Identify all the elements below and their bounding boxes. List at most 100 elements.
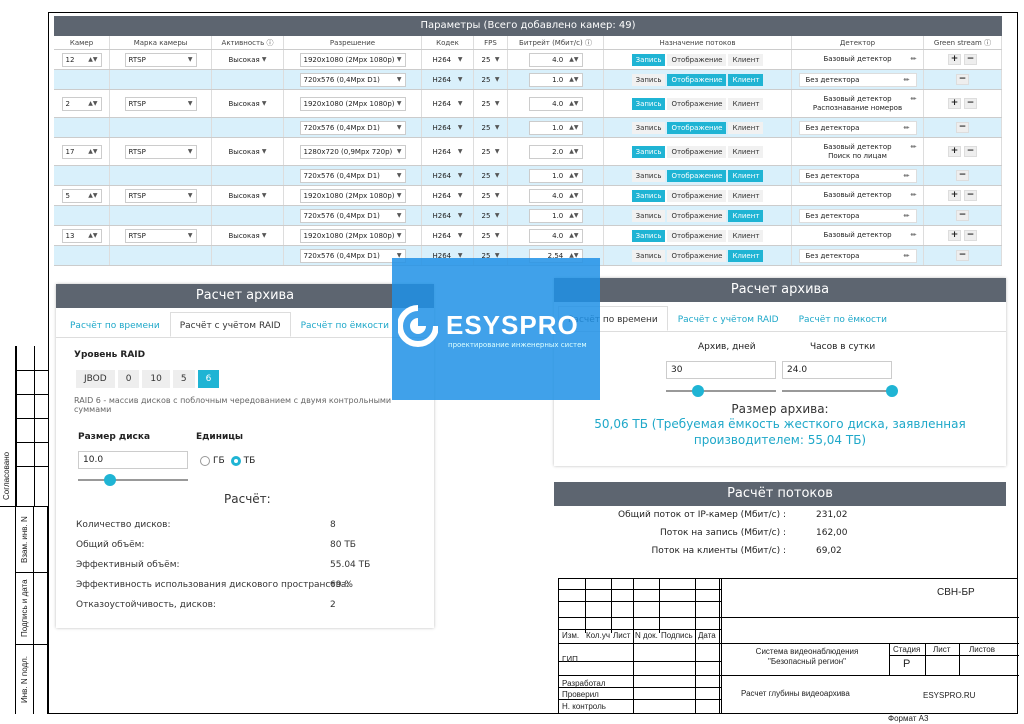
pencil-icon[interactable]: ✏ xyxy=(904,252,910,260)
pencil-icon[interactable]: ✏ xyxy=(911,191,917,200)
minus-icon[interactable]: − xyxy=(964,146,977,157)
fps-select[interactable]: 25 ▼ xyxy=(479,229,503,243)
stepper-icon[interactable]: ▲▼ xyxy=(569,148,578,155)
detector-box[interactable]: Без детектора ✏ xyxy=(798,248,917,263)
minus-icon[interactable]: − xyxy=(956,122,969,133)
stepper-icon[interactable]: ▲▼ xyxy=(569,124,578,131)
bitrate-input[interactable]: 4.0 ▲▼ xyxy=(528,52,583,67)
pencil-icon[interactable]: ✏ xyxy=(904,124,910,132)
toggle-record[interactable]: Запись xyxy=(631,121,666,134)
camera-count-input[interactable]: 2 ▲▼ xyxy=(61,96,102,111)
radio-gb[interactable] xyxy=(200,456,210,466)
archive-days-input[interactable]: 30 xyxy=(666,361,776,379)
plus-icon[interactable]: + xyxy=(948,190,961,201)
stepper-icon[interactable]: ▲▼ xyxy=(88,100,97,107)
toggle-client[interactable]: Клиент xyxy=(728,189,764,202)
toggle-record[interactable]: Запись xyxy=(631,229,666,242)
raid-option-jbod[interactable]: JBOD xyxy=(76,370,115,388)
raid-option-10[interactable]: 10 xyxy=(142,370,170,388)
toggle-display[interactable]: Отображение xyxy=(667,209,727,222)
resolution-select[interactable]: 1280x720 (0,9Mpx 720p) ▼ xyxy=(299,144,406,159)
stepper-icon[interactable]: ▲▼ xyxy=(569,232,578,239)
info-circle-icon[interactable]: ⓘ xyxy=(984,39,991,47)
hours-per-day-input[interactable]: 24.0 xyxy=(782,361,892,379)
camera-count-input[interactable]: 12 ▲▼ xyxy=(61,52,102,67)
toggle-record[interactable]: Запись xyxy=(631,189,666,202)
brand-select[interactable]: RTSP ▼ xyxy=(124,96,197,111)
stepper-icon[interactable]: ▲▼ xyxy=(569,56,578,63)
stepper-icon[interactable]: ▲▼ xyxy=(569,100,578,107)
toggle-display[interactable]: Отображение xyxy=(667,53,727,66)
toggle-display[interactable]: Отображение xyxy=(667,73,727,86)
codec-select[interactable]: H264 ▼ xyxy=(430,73,466,87)
toggle-display[interactable]: Отображение xyxy=(667,249,727,262)
toggle-client[interactable]: Клиент xyxy=(728,97,764,110)
radio-tb[interactable] xyxy=(230,456,241,466)
detector-box[interactable]: Базовый детектор ✏ xyxy=(799,191,917,200)
detector-box[interactable]: Без детектора ✏ xyxy=(798,208,917,223)
tab-by-capacity[interactable]: Расчёт по ёмкости xyxy=(291,312,399,337)
pencil-icon[interactable]: ✏ xyxy=(911,95,917,104)
resolution-select[interactable]: 720x576 (0,4Mpx D1) ▼ xyxy=(299,72,406,87)
detector-box[interactable]: Базовый детектор Поиск по лицам ✏ xyxy=(799,143,916,161)
bitrate-input[interactable]: 1.0 ▲▼ xyxy=(528,208,583,223)
bitrate-input[interactable]: 2.0 ▲▼ xyxy=(528,144,583,159)
minus-icon[interactable]: − xyxy=(956,250,969,261)
toggle-display[interactable]: Отображение xyxy=(667,229,727,242)
stepper-icon[interactable]: ▲▼ xyxy=(569,172,578,179)
codec-select[interactable]: H264 ▼ xyxy=(430,53,466,67)
detector-box[interactable]: Базовый детектор Распознавание номеров ✏ xyxy=(799,95,917,113)
plus-icon[interactable]: + xyxy=(948,230,961,241)
codec-select[interactable]: H264 ▼ xyxy=(430,145,466,159)
pencil-icon[interactable]: ✏ xyxy=(904,76,910,84)
resolution-select[interactable]: 720x576 (0,4Mpx D1) ▼ xyxy=(299,120,406,135)
toggle-client[interactable]: Клиент xyxy=(728,53,764,66)
brand-select[interactable]: RTSP ▼ xyxy=(124,52,197,67)
toggle-display[interactable]: Отображение xyxy=(667,97,727,110)
minus-icon[interactable]: − xyxy=(964,54,977,65)
bitrate-input[interactable]: 1.0 ▲▼ xyxy=(528,72,583,87)
plus-icon[interactable]: + xyxy=(948,54,961,65)
stepper-icon[interactable]: ▲▼ xyxy=(88,192,97,199)
slider-knob[interactable] xyxy=(886,385,898,397)
info-circle-icon[interactable]: ⓘ xyxy=(585,39,592,47)
info-circle-icon[interactable]: ⓘ xyxy=(266,39,273,47)
fps-select[interactable]: 25 ▼ xyxy=(479,73,503,87)
brand-select[interactable]: RTSP ▼ xyxy=(124,144,197,159)
bitrate-input[interactable]: 1.0 ▲▼ xyxy=(528,168,583,183)
minus-icon[interactable]: − xyxy=(964,230,977,241)
toggle-client[interactable]: Клиент xyxy=(728,73,764,86)
toggle-display[interactable]: Отображение xyxy=(667,189,727,202)
detector-box[interactable]: Без детектора ✏ xyxy=(798,120,917,135)
hours-per-day-slider[interactable] xyxy=(782,385,898,397)
activity-select[interactable]: Высокая ▼ xyxy=(226,53,270,67)
resolution-select[interactable]: 1920x1080 (2Mpx 1080p) ▼ xyxy=(299,52,406,67)
toggle-client[interactable]: Клиент xyxy=(728,145,764,158)
fps-select[interactable]: 25 ▼ xyxy=(479,189,503,203)
stepper-icon[interactable]: ▲▼ xyxy=(569,212,578,219)
raid-option-0[interactable]: 0 xyxy=(117,370,140,388)
stepper-icon[interactable]: ▲▼ xyxy=(88,56,97,63)
toggle-display[interactable]: Отображение xyxy=(667,121,727,134)
detector-box[interactable]: Без детектора ✏ xyxy=(798,168,917,183)
tab-by-time[interactable]: Расчёт по времени xyxy=(60,312,170,337)
stepper-icon[interactable]: ▲▼ xyxy=(88,232,97,239)
toggle-client[interactable]: Клиент xyxy=(728,169,764,182)
minus-icon[interactable]: − xyxy=(964,190,977,201)
pencil-icon[interactable]: ✏ xyxy=(911,55,917,64)
bitrate-input[interactable]: 4.0 ▲▼ xyxy=(528,96,583,111)
toggle-record[interactable]: Запись xyxy=(631,53,666,66)
stepper-icon[interactable]: ▲▼ xyxy=(569,192,578,199)
slider-knob[interactable] xyxy=(104,474,116,486)
archive-days-slider[interactable] xyxy=(666,385,776,397)
minus-icon[interactable]: − xyxy=(964,98,977,109)
fps-select[interactable]: 25 ▼ xyxy=(479,97,503,111)
detector-box[interactable]: Базовый детектор ✏ xyxy=(799,55,917,64)
toggle-record[interactable]: Запись xyxy=(631,249,666,262)
fps-select[interactable]: 25 ▼ xyxy=(479,169,503,183)
detector-box[interactable]: Без детектора ✏ xyxy=(798,72,917,87)
raid-option-5[interactable]: 5 xyxy=(172,370,195,388)
minus-icon[interactable]: − xyxy=(956,210,969,221)
codec-select[interactable]: H264 ▼ xyxy=(430,121,466,135)
minus-icon[interactable]: − xyxy=(956,170,969,181)
